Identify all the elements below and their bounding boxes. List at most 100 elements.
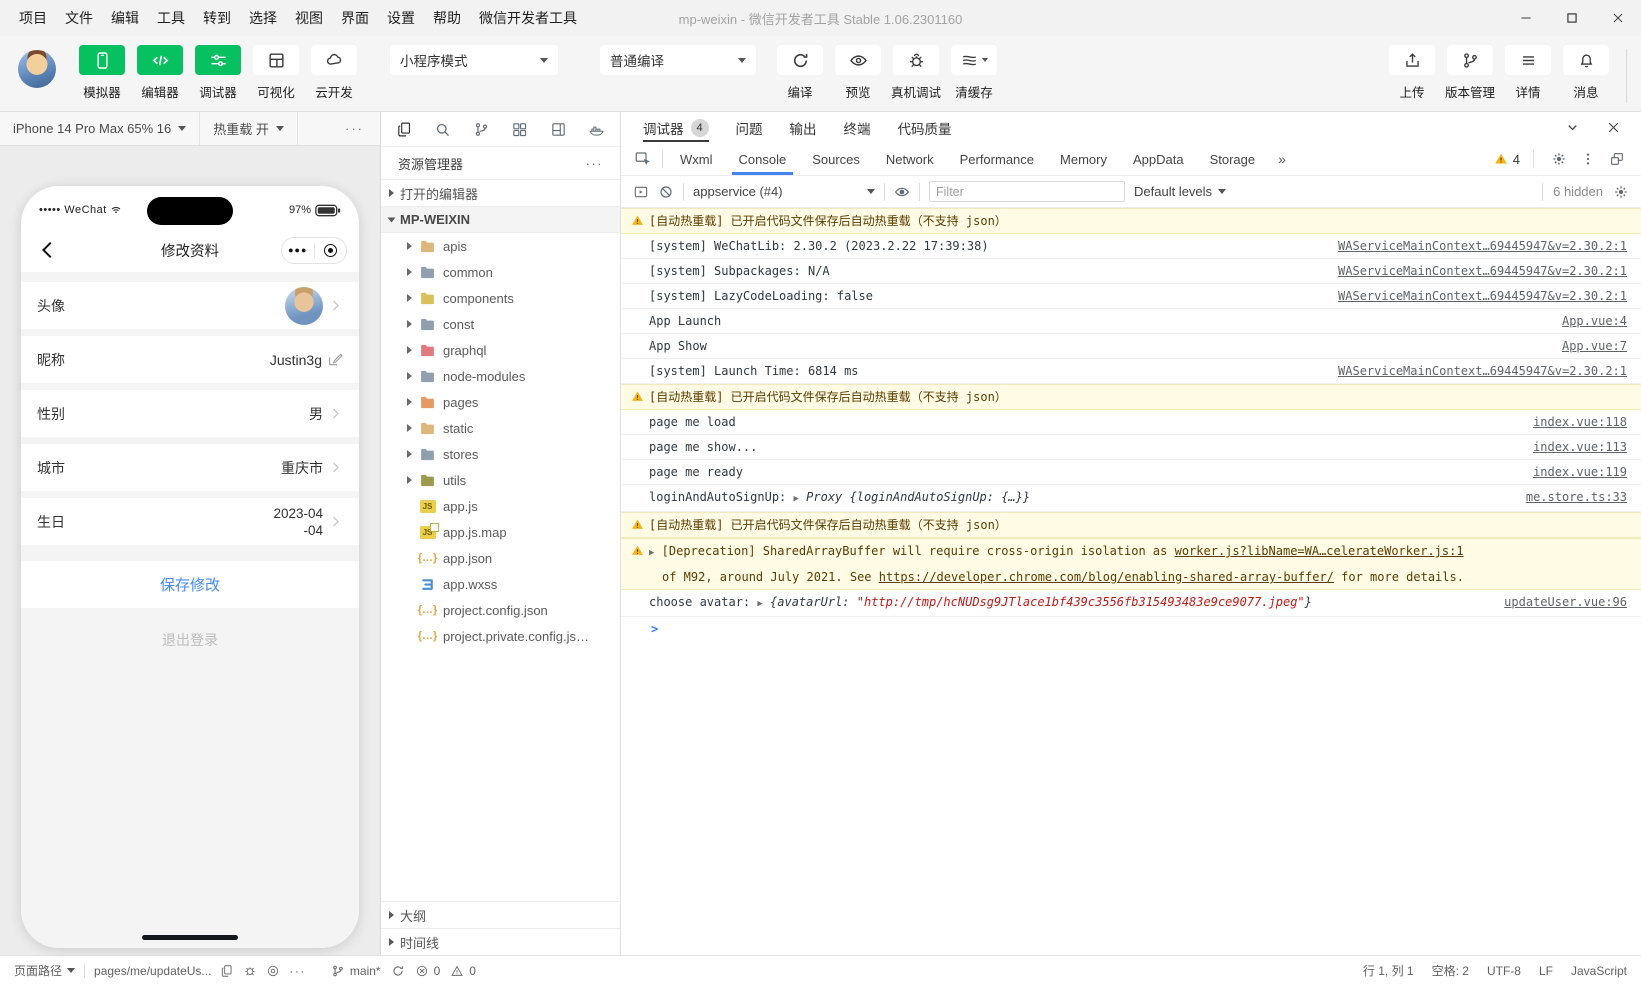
filter-input[interactable] — [929, 181, 1125, 202]
source-link[interactable]: App.vue:7 — [1562, 334, 1627, 358]
statusbar-item[interactable]: JavaScript — [1571, 964, 1627, 978]
toolbar-button-调试器[interactable]: 调试器 — [190, 45, 246, 101]
form-row-头像[interactable]: 头像 — [21, 282, 359, 329]
console-sidebar-icon[interactable] — [633, 184, 649, 200]
source-link[interactable]: WAServiceMainContext…69445947&v=2.30.2:1 — [1338, 259, 1627, 283]
layout-icon[interactable] — [550, 121, 567, 138]
open-editors-section[interactable]: 打开的编辑器 — [381, 179, 620, 206]
menu-item-选择[interactable]: 选择 — [240, 8, 286, 28]
tree-item-node-modules[interactable]: node-modules — [381, 363, 620, 389]
source-link[interactable]: WAServiceMainContext…69445947&v=2.30.2:1 — [1338, 284, 1627, 308]
tree-item-apis[interactable]: apis — [381, 233, 620, 259]
source-link[interactable]: App.vue:4 — [1562, 309, 1627, 333]
minimize-button[interactable] — [1503, 0, 1549, 36]
toolbar-button-版本管理[interactable]: 版本管理 — [1442, 45, 1498, 101]
statusbar-item[interactable]: LF — [1539, 964, 1553, 978]
source-link[interactable]: index.vue:113 — [1533, 435, 1627, 459]
devtools-tab-AppData[interactable]: AppData — [1120, 143, 1197, 175]
project-root-item[interactable]: MP-WEIXIN — [381, 206, 620, 233]
user-avatar[interactable] — [18, 50, 56, 88]
devtools-tab-Console[interactable]: Console — [726, 143, 800, 175]
error-counter[interactable]: 0 — [415, 964, 440, 978]
toolbar-button-编辑器[interactable]: 编辑器 — [132, 45, 188, 101]
toolbar-button-详情[interactable]: 详情 — [1500, 45, 1556, 101]
devtools-tab-Storage[interactable]: Storage — [1197, 143, 1269, 175]
compile-select[interactable]: 普通编译 — [600, 45, 756, 75]
tree-item-pages[interactable]: pages — [381, 389, 620, 415]
debug-device-icon[interactable] — [243, 964, 257, 978]
section-大纲[interactable]: 大纲 — [381, 901, 620, 928]
toolbar-button-消息[interactable]: 消息 — [1558, 45, 1614, 101]
toolbar-button-上传[interactable]: 上传 — [1384, 45, 1440, 101]
undock-icon[interactable] — [1609, 151, 1625, 167]
source-link[interactable]: index.vue:119 — [1533, 460, 1627, 484]
copy-icon[interactable] — [220, 964, 234, 978]
menu-item-转到[interactable]: 转到 — [194, 8, 240, 28]
tree-item-utils[interactable]: utils — [381, 467, 620, 493]
clear-console-icon[interactable] — [658, 184, 674, 200]
menu-item-界面[interactable]: 界面 — [332, 8, 378, 28]
toolbar-button-真机调试[interactable]: 真机调试 — [888, 45, 944, 101]
devtools-tab-Network[interactable]: Network — [873, 143, 947, 175]
toolbar-button-云开发[interactable]: 云开发 — [306, 45, 362, 101]
toolbar-button-模拟器[interactable]: 模拟器 — [74, 45, 130, 101]
simulator-more-button[interactable]: ··· — [329, 121, 380, 136]
menu-item-工具[interactable]: 工具 — [148, 8, 194, 28]
form-row-生日[interactable]: 生日 2023-04-04 — [21, 498, 359, 545]
toolbar-button-编译[interactable]: 编译 — [772, 45, 828, 101]
devtools-tab-Sources[interactable]: Sources — [799, 143, 873, 175]
statusbar-item[interactable]: 空格: 2 — [1432, 962, 1469, 979]
devtools-tab-Wxml[interactable]: Wxml — [667, 143, 726, 175]
log-levels-select[interactable]: Default levels — [1134, 184, 1227, 199]
menu-item-帮助[interactable]: 帮助 — [424, 8, 470, 28]
console-prompt-chevron[interactable]: > — [651, 622, 658, 636]
close-button[interactable] — [1595, 0, 1641, 36]
collapse-panel-icon[interactable] — [1565, 120, 1580, 135]
git-branch-indicator[interactable]: main* — [331, 964, 381, 978]
form-row-城市[interactable]: 城市 重庆市 — [21, 444, 359, 491]
menu-item-编辑[interactable]: 编辑 — [102, 8, 148, 28]
logout-button[interactable]: 退出登录 — [21, 630, 359, 650]
console-text-segment[interactable]: worker.js?libName=WA…celerateWorker.js:1 — [1175, 544, 1464, 558]
tree-item-project.config.json[interactable]: {…} project.config.json — [381, 597, 620, 623]
save-button[interactable]: 保存修改 — [21, 561, 359, 608]
form-row-性别[interactable]: 性别 男 — [21, 390, 359, 437]
warning-counter[interactable]: 4 — [1494, 152, 1520, 167]
blocks-icon[interactable] — [511, 121, 528, 138]
source-link[interactable]: updateUser.vue:96 — [1504, 590, 1627, 614]
more-menu-button[interactable]: ●●● — [282, 245, 314, 255]
panel-tab-问题[interactable]: 问题 — [736, 112, 763, 143]
search-icon[interactable] — [434, 121, 451, 138]
tree-item-const[interactable]: const — [381, 311, 620, 337]
toolbar-button-可视化[interactable]: 可视化 — [248, 45, 304, 101]
form-row-昵称[interactable]: 昵称 Justin3g — [21, 336, 359, 383]
statusbar-more-button[interactable]: ··· — [289, 964, 306, 978]
warning-counter[interactable]: 0 — [450, 964, 476, 978]
mode-select[interactable]: 小程序模式 — [390, 45, 558, 75]
context-select[interactable]: appservice (#4) — [693, 184, 875, 199]
sync-icon[interactable] — [391, 964, 405, 978]
close-panel-icon[interactable] — [1606, 120, 1621, 135]
panel-tab-代码质量[interactable]: 代码质量 — [898, 112, 952, 143]
tree-item-components[interactable]: components — [381, 285, 620, 311]
device-select[interactable]: iPhone 14 Pro Max 65% 16 — [0, 112, 201, 145]
files-icon[interactable] — [396, 121, 413, 138]
page-path-select[interactable]: 页面路径 — [14, 962, 76, 979]
minimize-miniprogram-button[interactable] — [315, 243, 347, 257]
settings-gear-icon[interactable] — [1551, 151, 1567, 167]
menu-item-视图[interactable]: 视图 — [286, 8, 332, 28]
kebab-menu-icon[interactable] — [1580, 151, 1596, 167]
statusbar-item[interactable]: UTF-8 — [1487, 964, 1521, 978]
panel-tab-输出[interactable]: 输出 — [790, 112, 817, 143]
source-link[interactable]: WAServiceMainContext…69445947&v=2.30.2:1 — [1338, 359, 1627, 383]
menu-item-设置[interactable]: 设置 — [378, 8, 424, 28]
more-tabs-button[interactable]: » — [1268, 151, 1296, 167]
explorer-more-button[interactable]: ··· — [586, 156, 604, 171]
source-link[interactable]: me.store.ts:33 — [1526, 485, 1627, 509]
maximize-button[interactable] — [1549, 0, 1595, 36]
source-link[interactable]: WAServiceMainContext…69445947&v=2.30.2:1 — [1338, 234, 1627, 258]
tree-item-project.private.config.js…[interactable]: {…} project.private.config.js… — [381, 623, 620, 649]
panel-tab-终端[interactable]: 终端 — [844, 112, 871, 143]
statusbar-item[interactable]: 行 1, 列 1 — [1363, 962, 1414, 979]
tree-item-app.wxss[interactable]: app.wxss — [381, 571, 620, 597]
